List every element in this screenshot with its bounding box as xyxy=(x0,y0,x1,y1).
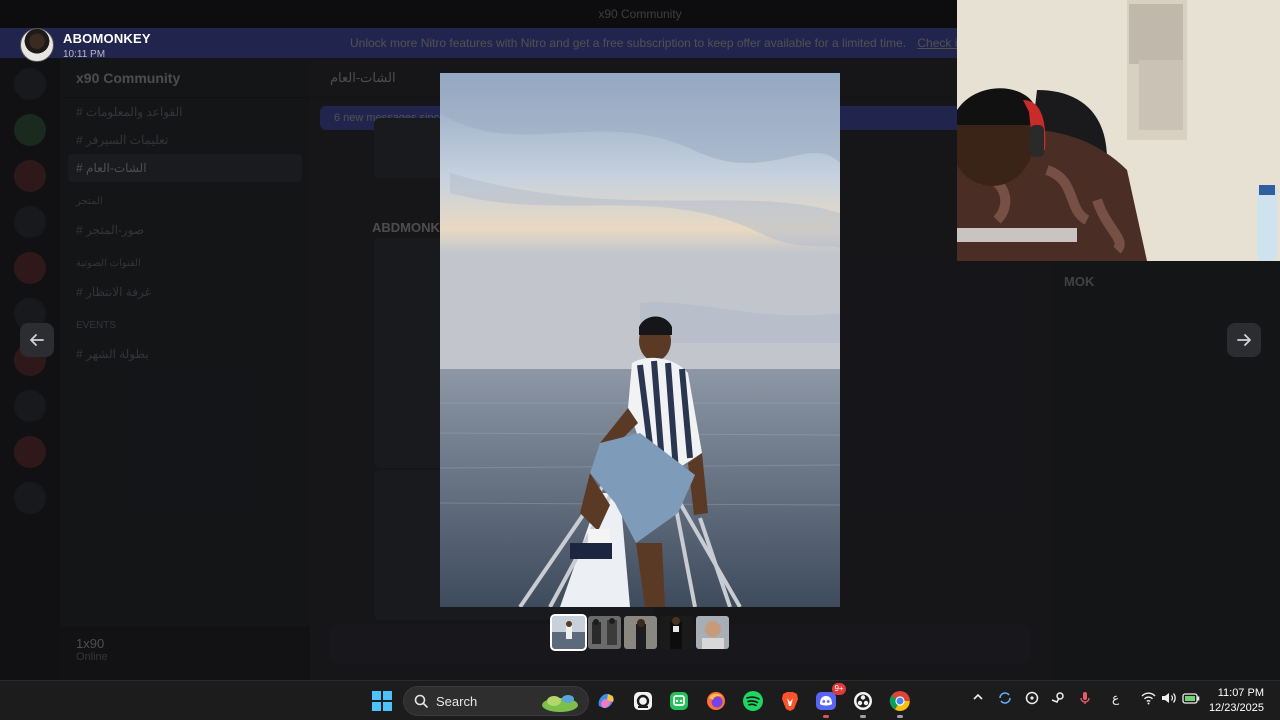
running-indicator xyxy=(860,715,866,718)
server-icon[interactable] xyxy=(14,252,46,284)
camera-app-icon[interactable] xyxy=(629,687,657,715)
user-panel: 1x90 Online xyxy=(60,626,310,680)
landscape-icon xyxy=(542,695,578,712)
discord-notification-badge: 9+ xyxy=(832,683,846,695)
thumbnail[interactable] xyxy=(624,616,657,649)
firefox-icon[interactable] xyxy=(702,687,730,715)
channel-item[interactable]: # القواعد والمعلومات xyxy=(60,98,310,126)
thumbnail-strip xyxy=(550,614,729,651)
clock-time: 11:07 PM xyxy=(1217,687,1264,699)
search-label: Search xyxy=(436,693,478,709)
arrow-right-icon xyxy=(1237,334,1251,346)
viewer-author: ABOMONKEY 10:11 PM xyxy=(20,28,151,62)
channel-item[interactable]: # تعليمات السيرفر xyxy=(60,126,310,154)
server-rail xyxy=(0,58,60,680)
thumbnail[interactable] xyxy=(660,616,693,649)
show-hidden-icons-chevron-icon[interactable] xyxy=(972,691,984,706)
thumbnail[interactable] xyxy=(588,616,621,649)
channel-category[interactable]: EVENTS xyxy=(60,312,310,340)
server-icon[interactable] xyxy=(14,206,46,238)
author-timestamp: 10:11 PM xyxy=(63,48,106,60)
channel-list: # القواعد والمعلومات # تعليمات السيرفر # ا… xyxy=(60,98,310,368)
whatsapp-desktop-icon[interactable] xyxy=(665,687,693,715)
brave-browser-icon[interactable] xyxy=(776,687,804,715)
discord-icon[interactable]: 9+ xyxy=(812,683,846,718)
sync-icon[interactable] xyxy=(998,691,1012,708)
member-item[interactable]: MOK xyxy=(1064,274,1266,289)
copilot-icon[interactable] xyxy=(592,687,620,715)
channel-item[interactable]: # الشات-العام xyxy=(68,154,302,182)
user-status: Online xyxy=(76,651,108,663)
thumbnail[interactable] xyxy=(696,616,729,649)
message-image[interactable] xyxy=(374,118,444,178)
obs-tray-icon[interactable] xyxy=(1025,691,1039,708)
server-name[interactable]: x90 Community xyxy=(60,58,310,98)
channel-category[interactable]: المتجر xyxy=(60,188,310,216)
server-icon[interactable] xyxy=(14,160,46,192)
search-icon xyxy=(414,694,428,708)
input-language-indicator[interactable]: ع xyxy=(1112,691,1119,705)
server-icon[interactable] xyxy=(14,436,46,468)
main-photo[interactable] xyxy=(440,73,840,607)
volume-icon[interactable] xyxy=(1161,691,1177,708)
microphone-icon[interactable] xyxy=(1079,691,1091,708)
channel-sidebar: x90 Community # القواعد والمعلومات # تعلي… xyxy=(60,58,310,680)
wifi-icon[interactable] xyxy=(1141,691,1156,708)
channel-item[interactable]: # صور-المتجر xyxy=(60,216,310,244)
steam-icon[interactable] xyxy=(1051,691,1065,708)
taskbar-search[interactable]: Search xyxy=(403,686,589,716)
nitro-banner-text: Unlock more Nitro features with Nitro an… xyxy=(350,36,907,50)
screen: x90 Community Unlock more Nitro features… xyxy=(0,0,1280,680)
chrome-icon[interactable] xyxy=(886,687,914,718)
webcam-overlay xyxy=(957,0,1280,261)
system-clock[interactable]: 11:07 PM 12/23/2025 xyxy=(1209,686,1264,716)
windows-icon xyxy=(372,691,392,711)
previous-image-button[interactable] xyxy=(20,323,54,357)
avatar xyxy=(20,28,54,62)
channel-category[interactable]: القنوات الصوتية xyxy=(60,250,310,278)
start-button[interactable] xyxy=(368,687,396,715)
thumbnail[interactable] xyxy=(550,614,587,651)
channel-item[interactable]: # غرفة الانتظار xyxy=(60,278,310,306)
taskbar: Search 9+ ع 11:07 PM 12/23/2025 xyxy=(0,680,1280,720)
author-name: ABOMONKEY xyxy=(63,30,151,46)
battery-icon[interactable] xyxy=(1182,691,1200,708)
user-name: 1x90 xyxy=(76,636,105,651)
server-icon[interactable] xyxy=(14,482,46,514)
clock-date: 12/23/2025 xyxy=(1208,702,1264,714)
arrow-left-icon xyxy=(30,334,44,346)
running-indicator xyxy=(823,715,829,718)
channel-item[interactable]: # بطولة الشهر xyxy=(60,340,310,368)
server-icon[interactable] xyxy=(14,114,46,146)
obs-studio-icon[interactable] xyxy=(849,687,877,718)
server-icon[interactable] xyxy=(14,390,46,422)
next-image-button[interactable] xyxy=(1227,323,1261,357)
running-indicator xyxy=(897,715,903,718)
server-icon[interactable] xyxy=(14,68,46,100)
spotify-icon[interactable] xyxy=(739,687,767,715)
